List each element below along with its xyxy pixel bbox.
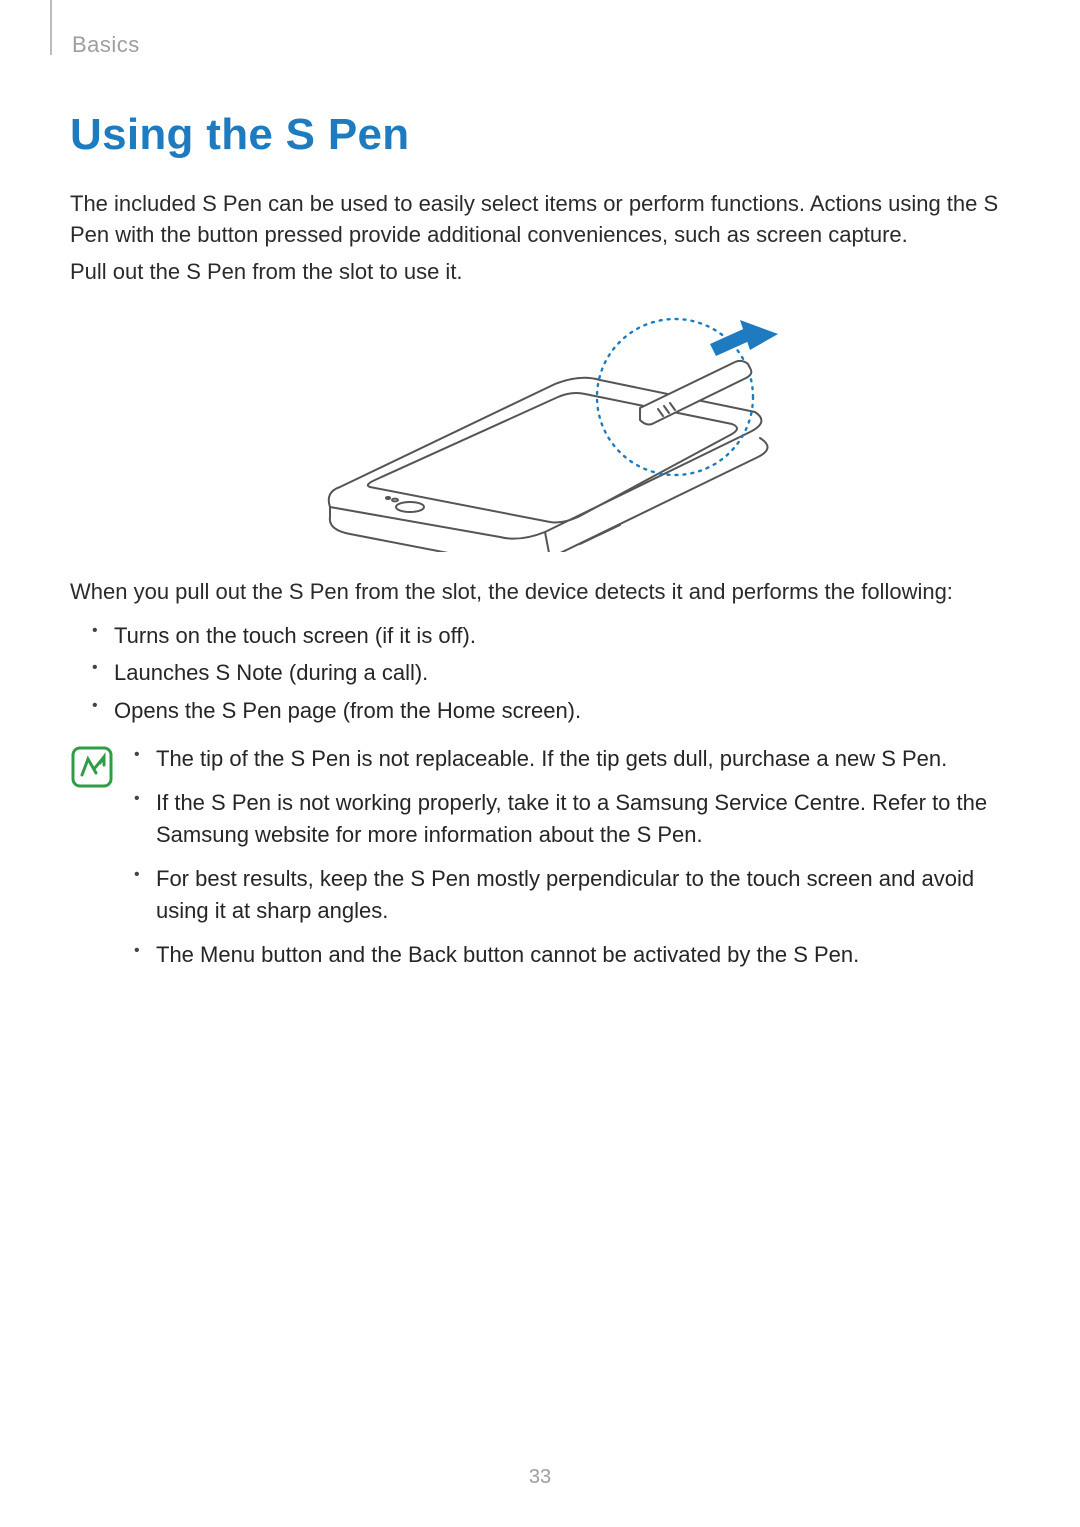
notes-item: The tip of the S Pen is not replaceable.… bbox=[134, 743, 1010, 775]
notes-item: For best results, keep the S Pen mostly … bbox=[134, 863, 1010, 927]
actions-item: Opens the S Pen page (from the Home scre… bbox=[92, 692, 1010, 729]
header-section-label: Basics bbox=[72, 32, 140, 58]
notes-list: The tip of the S Pen is not replaceable.… bbox=[134, 743, 1010, 982]
notes-item: The Menu button and the Back button cann… bbox=[134, 939, 1010, 971]
notes-item: If the S Pen is not working properly, ta… bbox=[134, 787, 1010, 851]
intro-paragraph-2: Pull out the S Pen from the slot to use … bbox=[70, 256, 1010, 287]
note-block: The tip of the S Pen is not replaceable.… bbox=[70, 743, 1010, 982]
note-icon bbox=[70, 745, 118, 982]
page-number: 33 bbox=[0, 1466, 1080, 1489]
actions-list: Turns on the touch screen (if it is off)… bbox=[92, 617, 1010, 729]
header-rule bbox=[50, 0, 52, 55]
page: Basics Using the S Pen The included S Pe… bbox=[0, 0, 1080, 1527]
page-title: Using the S Pen bbox=[70, 110, 1010, 160]
after-figure-paragraph: When you pull out the S Pen from the slo… bbox=[70, 576, 1010, 607]
content-area: Using the S Pen The included S Pen can b… bbox=[70, 110, 1010, 982]
actions-item: Turns on the touch screen (if it is off)… bbox=[92, 617, 1010, 654]
phone-s-pen-illustration bbox=[280, 312, 800, 552]
figure-phone-pen bbox=[70, 312, 1010, 552]
intro-paragraph-1: The included S Pen can be used to easily… bbox=[70, 188, 1010, 250]
actions-item: Launches S Note (during a call). bbox=[92, 654, 1010, 691]
